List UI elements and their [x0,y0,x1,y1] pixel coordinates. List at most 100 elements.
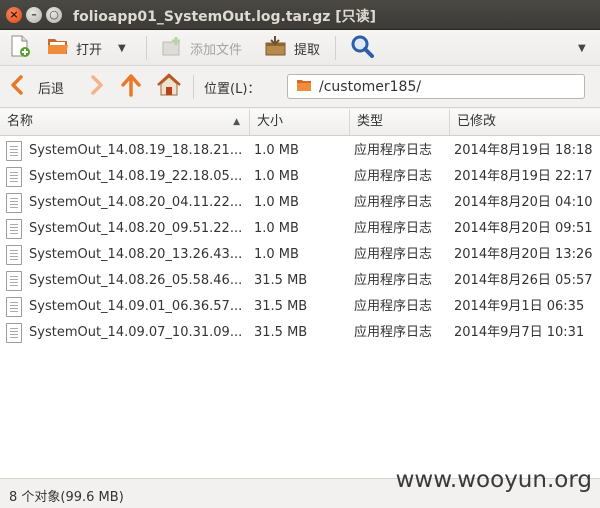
forward-button[interactable] [88,74,106,100]
file-size-cell: 31.5 MB [254,325,308,340]
file-modified-cell: 2014年8月19日 22:17 [454,169,593,184]
maximize-window-button[interactable]: ○ [46,7,62,23]
sort-ascending-icon: ▲ [233,117,240,127]
new-file-icon [8,34,32,62]
up-button[interactable] [120,74,142,100]
file-name-cell: SystemOut_14.09.01_06.36.57... [29,299,243,314]
file-modified-cell: 2014年9月1日 06:35 [454,299,585,314]
file-modified-cell: 2014年8月20日 13:26 [454,247,593,262]
toolbar-divider [193,75,194,99]
menu-dropdown-button[interactable]: ▼ [578,35,586,61]
file-name-cell: SystemOut_14.08.20_09.51.22... [29,221,243,236]
location-path: /customer185/ [319,78,422,95]
up-arrow-icon [120,73,142,101]
dropdown-arrow-icon: ▼ [578,42,586,54]
file-modified-cell: 2014年8月20日 09:51 [454,221,593,236]
main-toolbar: 打开 ▼ 添加文件 提取 ▼ [0,30,600,66]
text-file-icon [6,167,22,187]
file-size-cell: 31.5 MB [254,299,308,314]
table-row[interactable]: SystemOut_14.08.20_09.51.22... 1.0 MB 应用程序… [0,216,600,242]
text-file-icon [6,297,22,317]
location-field[interactable]: /customer185/ [287,74,585,99]
file-type-cell: 应用程序日志 [354,325,433,340]
file-size-cell: 1.0 MB [254,247,299,262]
forward-arrow-icon [88,74,106,100]
table-row[interactable]: SystemOut_14.09.07_10.31.09... 31.5 MB 应用程… [0,320,600,346]
back-label: 后退 [38,81,65,97]
column-header-name[interactable]: 名称 ▲ [0,109,250,135]
folder-open-icon [46,35,70,61]
search-button[interactable] [350,35,374,61]
file-type-cell: 应用程序日志 [354,299,433,314]
file-type-cell: 应用程序日志 [354,195,433,210]
text-file-icon [6,219,22,239]
open-label: 打开 [76,42,103,58]
file-name-cell: SystemOut_14.08.19_22.18.05... [29,169,243,184]
search-icon [350,34,374,62]
text-file-icon [6,141,22,161]
file-size-cell: 31.5 MB [254,273,308,288]
watermark-text: www.wooyun.org [395,467,592,493]
column-modified-label: 已修改 [457,114,497,129]
navigation-bar: 后退 位置(L)： /customer185/ [0,66,600,108]
dropdown-arrow-icon: ▼ [118,42,126,54]
file-name-cell: SystemOut_14.08.19_18.18.21... [29,143,243,158]
add-files-button[interactable]: 添加文件 [160,35,242,61]
new-archive-button[interactable] [8,35,32,61]
column-header-type[interactable]: 类型 [350,109,450,135]
file-type-cell: 应用程序日志 [354,169,433,184]
file-name-cell: SystemOut_14.09.07_10.31.09... [29,325,243,340]
table-row[interactable]: SystemOut_14.08.26_05.58.46... 31.5 MB 应用程… [0,268,600,294]
toolbar-divider [335,36,336,60]
title-bar: × – ○ folioapp01_SystemOut.log.tar.gz [只… [0,0,600,30]
file-modified-cell: 2014年8月26日 05:57 [454,273,593,288]
table-row[interactable]: SystemOut_14.08.19_22.18.05... 1.0 MB 应用程序… [0,164,600,190]
table-row[interactable]: SystemOut_14.08.20_04.11.22... 1.0 MB 应用程序… [0,190,600,216]
back-button[interactable]: 后退 [8,74,64,100]
window-title: folioapp01_SystemOut.log.tar.gz [只读] [73,9,377,25]
column-size-label: 大小 [257,114,284,129]
home-icon [156,73,182,101]
add-files-label: 添加文件 [190,42,243,58]
file-size-cell: 1.0 MB [254,195,299,210]
open-dropdown-button[interactable]: ▼ [118,35,126,61]
file-modified-cell: 2014年8月20日 04:10 [454,195,593,210]
status-bar: 8 个对象(99.6 MB) www.wooyun.org [0,467,600,508]
location-label-text: 位置(L)： [204,81,261,97]
column-type-label: 类型 [357,114,384,129]
file-modified-cell: 2014年8月19日 18:18 [454,143,593,158]
file-type-cell: 应用程序日志 [354,143,433,158]
file-size-cell: 1.0 MB [254,221,299,236]
home-button[interactable] [156,73,182,101]
location-label: 位置(L)： [204,74,260,100]
table-row[interactable]: SystemOut_14.08.19_18.18.21... 1.0 MB 应用程序… [0,138,600,164]
extract-button[interactable]: 提取 [264,35,320,61]
text-file-icon [6,271,22,291]
file-type-cell: 应用程序日志 [354,247,433,262]
extract-label: 提取 [294,42,321,58]
file-type-cell: 应用程序日志 [354,221,433,236]
close-window-button[interactable]: × [6,7,22,23]
column-header-row: 名称 ▲ 大小 类型 已修改 [0,109,600,136]
column-header-size[interactable]: 大小 [250,109,350,135]
file-modified-cell: 2014年9月7日 10:31 [454,325,585,340]
text-file-icon [6,245,22,265]
minimize-window-button[interactable]: – [26,7,42,23]
table-row[interactable]: SystemOut_14.09.01_06.36.57... 31.5 MB 应用程… [0,294,600,320]
file-name-cell: SystemOut_14.08.26_05.58.46... [29,273,243,288]
column-header-modified[interactable]: 已修改 [450,109,600,135]
file-size-cell: 1.0 MB [254,143,299,158]
text-file-icon [6,323,22,343]
file-name-cell: SystemOut_14.08.20_04.11.22... [29,195,243,210]
open-button[interactable]: 打开 [46,35,102,61]
folder-icon [296,78,312,96]
file-size-cell: 1.0 MB [254,169,299,184]
file-list: SystemOut_14.08.19_18.18.21... 1.0 MB 应用程序… [0,136,600,478]
column-name-label: 名称 [7,114,34,129]
text-file-icon [6,193,22,213]
status-text: 8 个对象(99.6 MB) [9,490,124,505]
file-type-cell: 应用程序日志 [354,273,433,288]
toolbar-divider [146,36,147,60]
extract-box-icon [264,35,288,61]
table-row[interactable]: SystemOut_14.08.20_13.26.43... 1.0 MB 应用程序… [0,242,600,268]
